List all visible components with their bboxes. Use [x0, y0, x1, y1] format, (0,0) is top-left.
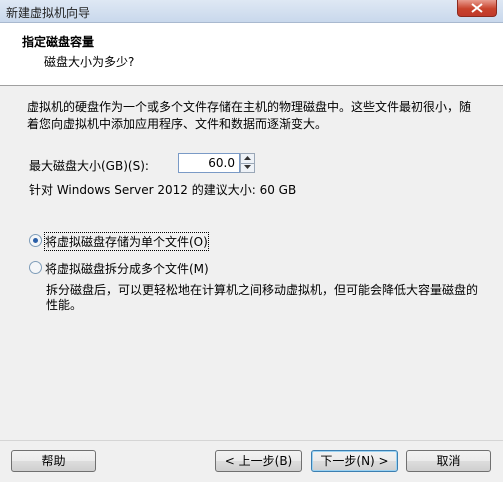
back-button[interactable]: < 上一步(B) [215, 450, 302, 472]
help-button[interactable]: 帮助 [11, 450, 96, 472]
recommended-size-text: 针对 Windows Server 2012 的建议大小: 60 GB [29, 183, 297, 197]
page-subtitle: 磁盘大小为多少? [44, 55, 135, 69]
disk-size-input[interactable]: 60.0 [178, 153, 240, 173]
title-bar: 新建虚拟机向导 [0, 0, 503, 23]
close-button[interactable] [457, 0, 497, 17]
disk-size-label: 最大磁盘大小(GB)(S): [29, 159, 149, 173]
radio-split-files-indicator[interactable] [29, 261, 42, 274]
cancel-button[interactable]: 取消 [406, 450, 491, 472]
page-title: 指定磁盘容量 [22, 35, 95, 49]
radio-single-file-indicator[interactable] [29, 234, 42, 247]
radio-single-file-label[interactable]: 将虚拟磁盘存储为单个文件(O) [44, 232, 209, 251]
window-title: 新建虚拟机向导 [6, 6, 91, 20]
spin-down-icon [244, 165, 251, 169]
disk-description: 虚拟机的硬盘作为一个或多个文件存储在主机的物理磁盘中。这些文件最初很小，随着您向… [27, 100, 472, 131]
radio-split-files-label[interactable]: 将虚拟磁盘拆分成多个文件(M) [45, 260, 209, 277]
disk-size-spinner [240, 153, 255, 173]
close-icon [471, 3, 483, 13]
wizard-header: 指定磁盘容量 磁盘大小为多少? [0, 23, 503, 86]
split-note: 拆分磁盘后，可以更轻松地在计算机之间移动虚拟机，但可能会降低大容量磁盘的性能。 [46, 283, 479, 312]
next-button[interactable]: 下一步(N) > [311, 450, 398, 472]
footer-divider [0, 440, 503, 441]
spin-up-icon [244, 156, 251, 160]
spin-down-button[interactable] [241, 163, 254, 172]
